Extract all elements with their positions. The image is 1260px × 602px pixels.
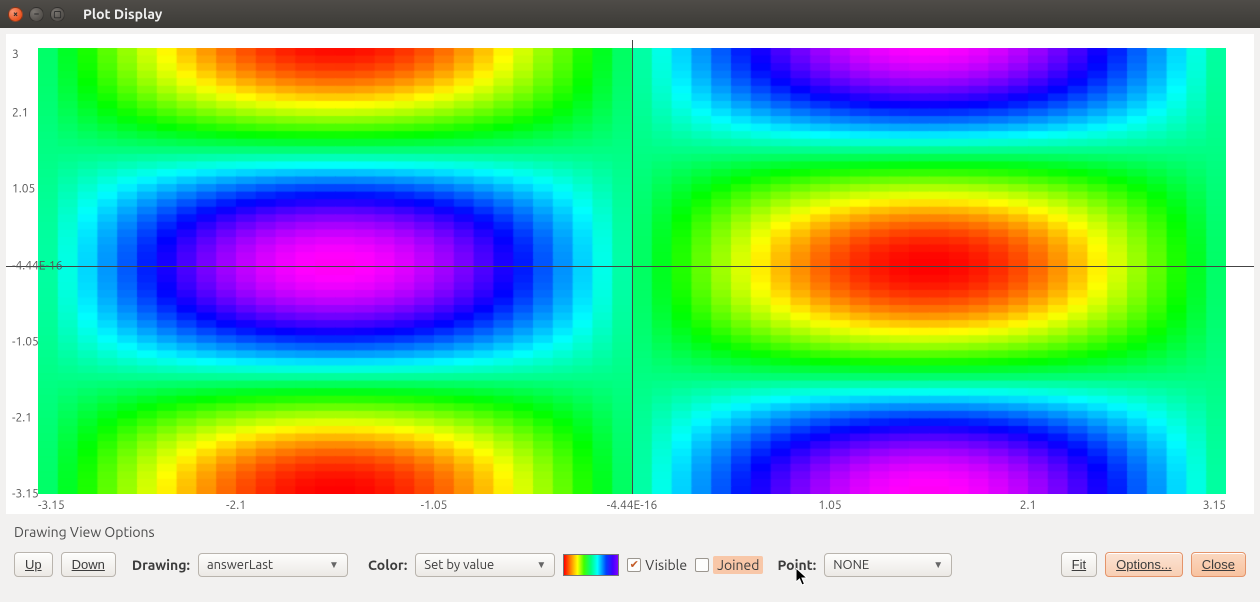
options-toolbar: Up Down Drawing: answerLast ▼ Color: Set… bbox=[14, 552, 1246, 577]
drawing-select[interactable]: answerLast ▼ bbox=[198, 553, 348, 577]
chevron-down-icon: ▼ bbox=[931, 559, 945, 571]
y-axis-tick: 3 bbox=[12, 48, 19, 61]
y-axis-tick: -2.1 bbox=[12, 411, 32, 424]
color-gradient-swatch[interactable] bbox=[563, 554, 619, 576]
plot-area[interactable]: 3 2.1 1.05 -4.44E-16 -1.05 -2.1 -3.15 -3.15 -2.… bbox=[6, 34, 1254, 514]
x-axis-tick: -2.1 bbox=[226, 499, 246, 512]
y-axis-tick: -3.15 bbox=[12, 488, 39, 501]
point-select-value: NONE bbox=[833, 558, 931, 572]
point-label: Point: bbox=[777, 557, 816, 573]
up-button[interactable]: Up bbox=[14, 552, 53, 577]
x-axis-tick: -4.44E-16 bbox=[607, 499, 657, 512]
checkbox-box: ✔ bbox=[627, 558, 641, 572]
drawing-select-value: answerLast bbox=[207, 558, 327, 572]
chevron-down-icon: ▼ bbox=[534, 559, 548, 571]
point-select[interactable]: NONE ▼ bbox=[824, 553, 952, 577]
color-label: Color: bbox=[368, 557, 407, 573]
options-button[interactable]: Options... bbox=[1105, 552, 1183, 577]
crosshair-vertical bbox=[632, 40, 633, 494]
drawing-label: Drawing: bbox=[132, 557, 190, 573]
color-select[interactable]: Set by value ▼ bbox=[415, 553, 555, 577]
window-maximize-button[interactable]: ▢ bbox=[50, 7, 65, 22]
joined-checkbox[interactable]: Joined bbox=[695, 556, 763, 574]
joined-label: Joined bbox=[713, 556, 763, 574]
down-button[interactable]: Down bbox=[61, 552, 116, 577]
window-title: Plot Display bbox=[83, 6, 162, 22]
x-axis-tick: 1.05 bbox=[818, 499, 841, 512]
x-axis-tick: -1.05 bbox=[421, 499, 448, 512]
window-close-button[interactable]: × bbox=[8, 7, 23, 22]
drawing-view-options-panel: Drawing View Options Up Down Drawing: an… bbox=[0, 514, 1260, 577]
panel-title: Drawing View Options bbox=[14, 524, 1246, 540]
color-select-value: Set by value bbox=[424, 558, 534, 572]
x-axis-tick: -3.15 bbox=[38, 499, 65, 512]
y-axis-tick: 1.05 bbox=[12, 183, 35, 196]
fit-button[interactable]: Fit bbox=[1061, 552, 1097, 577]
close-button[interactable]: Close bbox=[1191, 552, 1246, 577]
chevron-down-icon: ▼ bbox=[327, 559, 341, 571]
visible-label: Visible bbox=[645, 557, 687, 573]
window-title-bar: × – ▢ Plot Display bbox=[0, 0, 1260, 28]
checkbox-box bbox=[695, 558, 709, 572]
x-axis-tick: 2.1 bbox=[1020, 499, 1037, 512]
y-axis-tick: 2.1 bbox=[12, 107, 29, 120]
window-minimize-button[interactable]: – bbox=[29, 7, 44, 22]
y-axis-tick: -1.05 bbox=[12, 335, 39, 348]
y-axis-tick: -4.44E-16 bbox=[12, 259, 62, 272]
visible-checkbox[interactable]: ✔ Visible bbox=[627, 557, 687, 573]
crosshair-horizontal bbox=[6, 266, 1254, 267]
x-axis-tick: 3.15 bbox=[1203, 499, 1226, 512]
